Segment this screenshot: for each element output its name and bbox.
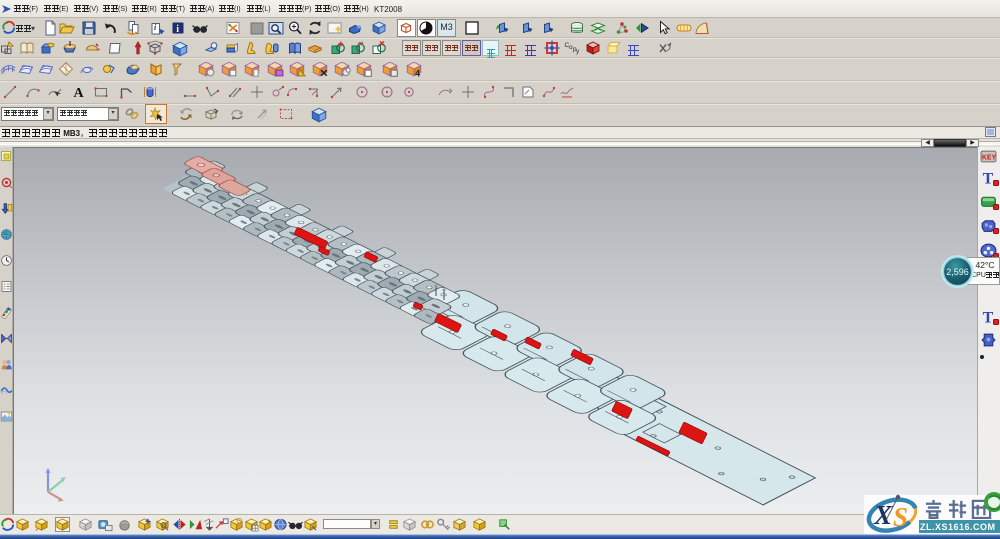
svg-text:X: X: [873, 500, 893, 530]
svg-text:T: T: [983, 170, 994, 186]
svg-text:2,596: 2,596: [946, 267, 969, 277]
svg-text:T: T: [983, 309, 994, 325]
svg-text:KEY: KEY: [982, 155, 997, 162]
svg-text:S: S: [893, 502, 908, 532]
